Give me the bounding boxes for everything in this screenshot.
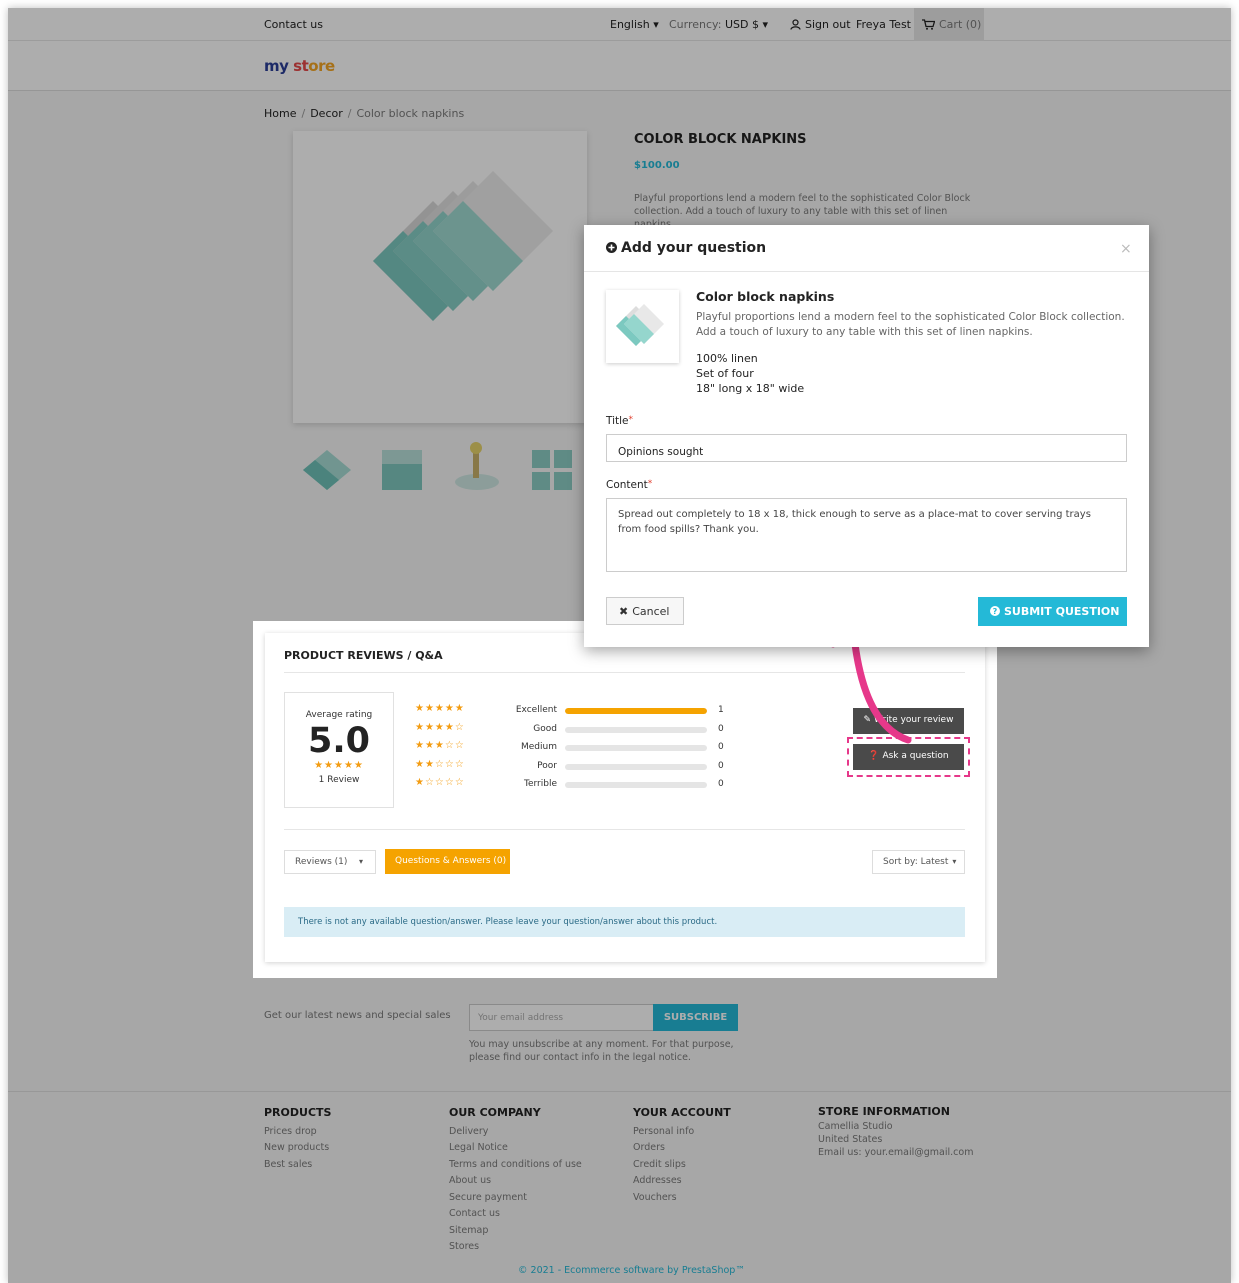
- stars-icon: ★★★☆☆: [415, 740, 465, 751]
- rating-count: 0: [718, 779, 724, 789]
- submit-label: SUBMIT QUESTION: [1004, 605, 1120, 618]
- reviews-title: PRODUCT REVIEWS / Q&A: [284, 649, 443, 662]
- rating-row: ★★★★★ Excellent 1: [415, 703, 724, 722]
- rating-distribution: ★★★★★ Excellent 1 ★★★★☆ Good 0 ★★★☆☆ Med…: [415, 703, 724, 796]
- content-label: Content*: [606, 479, 652, 491]
- rating-row: ★★★★☆ Good 0: [415, 721, 724, 741]
- reviews-select-label: Reviews (1): [295, 857, 348, 867]
- average-rating-box: Average rating 5.0 ★★★★★ 1 Review: [284, 692, 394, 808]
- cancel-button[interactable]: ✖ Cancel: [606, 597, 684, 625]
- stars-icon: ★★★★★: [415, 703, 465, 714]
- average-rating-label: Average rating: [305, 710, 373, 720]
- plus-circle-icon: [606, 242, 617, 253]
- required-marker: *: [628, 415, 634, 425]
- required-marker: *: [647, 479, 653, 489]
- average-rating-value: 5.0: [307, 721, 370, 761]
- rating-bar: [565, 782, 707, 788]
- divider: [284, 829, 965, 830]
- caret-down-icon: ▾: [359, 857, 364, 866]
- add-question-modal: Add your question × Color block napkins …: [584, 225, 1149, 647]
- rating-label: Excellent: [515, 705, 557, 715]
- stars-icon: ★☆☆☆☆: [415, 777, 465, 788]
- modal-product-description: Playful proportions lend a modern feel t…: [696, 311, 1125, 338]
- caret-down-icon: ▾: [952, 857, 957, 866]
- rating-row: ★★★☆☆ Medium 0: [415, 740, 724, 759]
- modal-product-thumbnail: [606, 290, 679, 363]
- rating-label: Good: [533, 723, 557, 734]
- submit-question-button[interactable]: ? SUBMIT QUESTION: [978, 597, 1127, 626]
- sort-select[interactable]: Sort by: Latest ▾: [872, 850, 965, 874]
- title-label-text: Title: [606, 415, 629, 427]
- review-count: 1 Review: [318, 775, 360, 785]
- modal-product-name: Color block napkins: [696, 289, 835, 304]
- modal-title: Add your question: [606, 240, 766, 256]
- no-questions-alert: There is not any available question/answ…: [284, 907, 965, 937]
- close-icon[interactable]: ×: [1120, 241, 1132, 257]
- title-label: Title*: [606, 415, 633, 427]
- rating-label: Poor: [537, 760, 557, 771]
- rating-bar-fill: [565, 708, 707, 714]
- close-icon: ✖: [619, 605, 629, 618]
- rating-bar: [565, 745, 707, 751]
- rating-label: Terrible: [524, 779, 557, 789]
- rating-row: ★☆☆☆☆ Terrible 0: [415, 777, 724, 796]
- rating-count: 0: [718, 742, 724, 752]
- reviews-select[interactable]: Reviews (1) ▾: [284, 850, 376, 874]
- content-textarea[interactable]: Spread out completely to 18 x 18, thick …: [606, 498, 1127, 572]
- divider: [584, 271, 1149, 272]
- rating-bar: [565, 708, 707, 714]
- sort-label: Sort by: Latest: [883, 857, 949, 867]
- content-label-text: Content: [606, 479, 648, 491]
- question-circle-icon: ?: [990, 606, 1000, 616]
- average-stars-icon: ★★★★★: [314, 760, 364, 771]
- spec-line: 18" long x 18" wide: [696, 382, 805, 395]
- rating-count: 0: [718, 760, 724, 771]
- rating-count: 1: [718, 705, 724, 715]
- spec-line: Set of four: [696, 367, 754, 380]
- tab-questions-answers[interactable]: Questions & Answers (0): [385, 849, 510, 874]
- stars-icon: ★★☆☆☆: [415, 758, 465, 770]
- rating-label: Medium: [521, 742, 557, 752]
- rating-bar: [565, 763, 707, 770]
- rating-row: ★★☆☆☆ Poor 0: [415, 758, 724, 778]
- modal-title-text: Add your question: [621, 240, 767, 256]
- rating-count: 0: [718, 723, 724, 734]
- svg-text:?: ?: [993, 607, 998, 616]
- title-input[interactable]: [606, 434, 1127, 462]
- page: Contact us English ▾ Currency: USD $ ▾ S…: [8, 8, 1231, 1283]
- rating-bar: [565, 726, 707, 733]
- spec-line: 100% linen: [696, 352, 758, 365]
- modal-product-specs: 100% linen Set of four 18" long x 18" wi…: [696, 351, 804, 396]
- cancel-label: Cancel: [632, 605, 670, 618]
- stars-icon: ★★★★☆: [415, 721, 465, 733]
